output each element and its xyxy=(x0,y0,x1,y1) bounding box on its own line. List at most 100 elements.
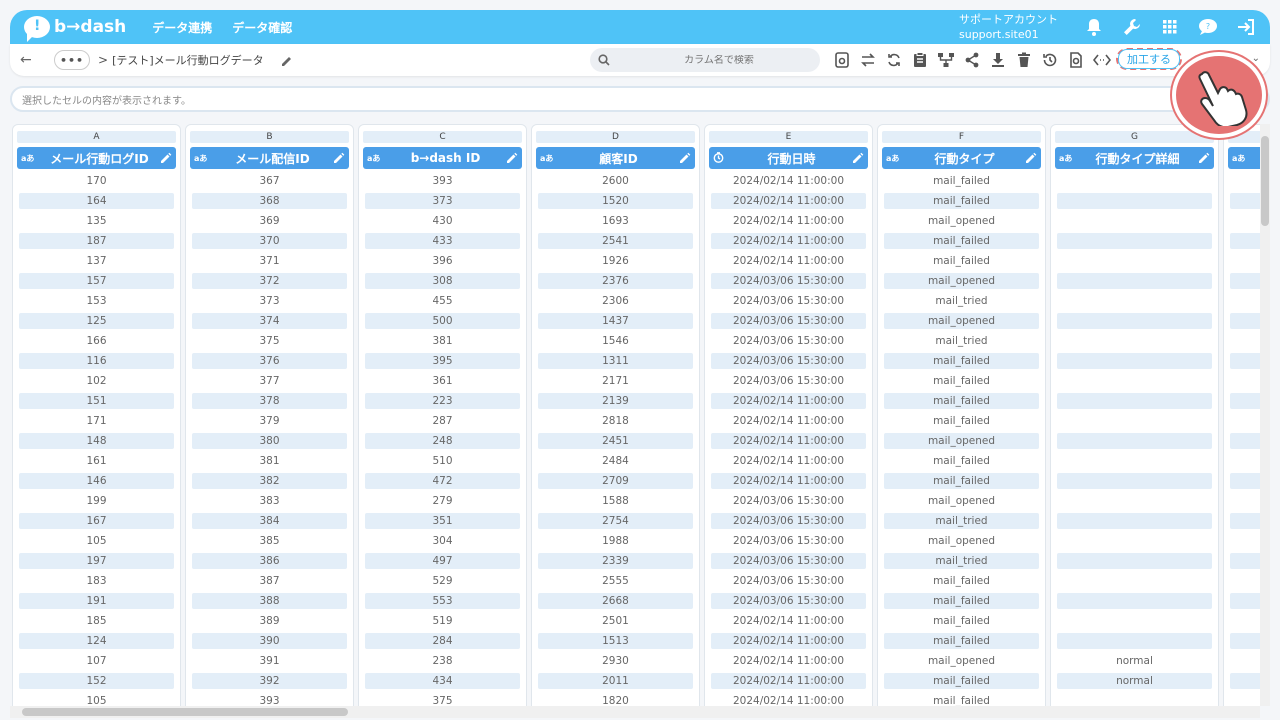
table-cell[interactable]: 2501 xyxy=(538,611,693,631)
table-cell[interactable]: 351 xyxy=(365,513,520,529)
table-cell[interactable] xyxy=(1230,193,1260,209)
table-cell[interactable]: 373 xyxy=(365,193,520,209)
edit-column-pencil-icon[interactable] xyxy=(1025,152,1037,164)
table-cell[interactable]: 124 xyxy=(19,633,174,649)
table-cell[interactable] xyxy=(1230,651,1260,671)
table-cell[interactable]: 187 xyxy=(19,233,174,249)
table-cell[interactable] xyxy=(1230,491,1260,511)
table-cell[interactable]: mail_failed xyxy=(884,571,1039,591)
table-cell[interactable]: 166 xyxy=(19,331,174,351)
table-cell[interactable] xyxy=(1057,451,1212,471)
filter-settings-icon[interactable] xyxy=(832,50,852,70)
table-cell[interactable]: 387 xyxy=(192,571,347,591)
column-header[interactable]: aあ 行動タイプ xyxy=(882,147,1041,169)
table-cell[interactable]: 238 xyxy=(365,651,520,671)
table-cell[interactable]: 2024/02/14 11:00:00 xyxy=(711,193,866,209)
table-cell[interactable]: 388 xyxy=(192,593,347,609)
table-cell[interactable]: normal xyxy=(1057,651,1212,671)
table-cell[interactable]: 374 xyxy=(192,313,347,329)
chevron-down-icon[interactable]: ⌄ xyxy=(1252,53,1260,64)
table-cell[interactable]: 392 xyxy=(192,673,347,689)
table-cell[interactable]: 167 xyxy=(19,513,174,529)
table-cell[interactable]: mail_tried xyxy=(884,331,1039,351)
table-cell[interactable] xyxy=(1230,331,1260,351)
table-cell[interactable]: 135 xyxy=(19,211,174,231)
table-cell[interactable] xyxy=(1057,513,1212,529)
table-cell[interactable]: 107 xyxy=(19,651,174,671)
table-cell[interactable]: 497 xyxy=(365,553,520,569)
table-cell[interactable] xyxy=(1057,531,1212,551)
table-cell[interactable]: 2024/03/06 15:30:00 xyxy=(711,371,866,391)
table-cell[interactable]: mail_tried xyxy=(884,513,1039,529)
table-cell[interactable]: 393 xyxy=(365,171,520,191)
table-cell[interactable]: 2709 xyxy=(538,473,693,489)
table-cell[interactable]: 389 xyxy=(192,611,347,631)
edit-column-pencil-icon[interactable] xyxy=(679,152,691,164)
table-cell[interactable]: mail_failed xyxy=(884,353,1039,369)
column-letter[interactable]: A xyxy=(17,131,176,143)
table-cell[interactable]: 2376 xyxy=(538,273,693,289)
table-cell[interactable]: 2024/03/06 15:30:00 xyxy=(711,313,866,329)
horizontal-scroll-thumb[interactable] xyxy=(22,708,348,716)
process-button[interactable]: 加工する xyxy=(1118,49,1180,69)
table-cell[interactable]: 371 xyxy=(192,251,347,271)
share-icon[interactable] xyxy=(962,50,982,70)
table-cell[interactable]: 395 xyxy=(365,353,520,369)
table-cell[interactable]: mail_failed xyxy=(884,393,1039,409)
table-cell[interactable] xyxy=(1230,451,1260,471)
table-cell[interactable]: 148 xyxy=(19,433,174,449)
edit-title-pencil-icon[interactable] xyxy=(280,53,294,67)
column-letter[interactable]: D xyxy=(536,131,695,143)
table-cell[interactable] xyxy=(1057,633,1212,649)
table-cell[interactable] xyxy=(1057,553,1212,569)
table-cell[interactable] xyxy=(1230,313,1260,329)
table-cell[interactable] xyxy=(1230,171,1260,191)
table-cell[interactable]: 2024/02/14 11:00:00 xyxy=(711,611,866,631)
table-cell[interactable] xyxy=(1057,211,1212,231)
table-cell[interactable]: 2024/02/14 11:00:00 xyxy=(711,433,866,449)
table-cell[interactable]: 2484 xyxy=(538,451,693,471)
table-cell[interactable]: 304 xyxy=(365,531,520,551)
table-cell[interactable]: mail_failed xyxy=(884,193,1039,209)
table-cell[interactable]: mail_opened xyxy=(884,433,1039,449)
table-cell[interactable]: 2139 xyxy=(538,393,693,409)
table-cell[interactable]: 367 xyxy=(192,171,347,191)
table-cell[interactable]: 199 xyxy=(19,491,174,511)
table-cell[interactable]: 2668 xyxy=(538,593,693,609)
table-cell[interactable]: 2024/03/06 15:30:00 xyxy=(711,331,866,351)
table-cell[interactable]: mail_opened xyxy=(884,211,1039,231)
table-cell[interactable]: 102 xyxy=(19,371,174,391)
table-cell[interactable]: 393 xyxy=(192,691,347,706)
table-cell[interactable]: 1513 xyxy=(538,633,693,649)
table-cell[interactable]: mail_tried xyxy=(884,553,1039,569)
table-cell[interactable] xyxy=(1057,313,1212,329)
table-cell[interactable]: mail_failed xyxy=(884,371,1039,391)
table-cell[interactable]: 2024/03/06 15:30:00 xyxy=(711,531,866,551)
table-cell[interactable]: 170 xyxy=(19,171,174,191)
table-cell[interactable] xyxy=(1057,193,1212,209)
table-cell[interactable] xyxy=(1230,371,1260,391)
column-header[interactable]: 行動日時 xyxy=(709,147,868,169)
table-cell[interactable]: mail_failed xyxy=(884,411,1039,431)
table-cell[interactable] xyxy=(1230,593,1260,609)
table-cell[interactable]: 2024/02/14 11:00:00 xyxy=(711,171,866,191)
table-cell[interactable]: 1520 xyxy=(538,193,693,209)
table-cell[interactable] xyxy=(1230,211,1260,231)
trash-icon[interactable] xyxy=(1014,50,1034,70)
table-cell[interactable] xyxy=(1230,633,1260,649)
table-cell[interactable] xyxy=(1057,233,1212,249)
table-cell[interactable]: 2306 xyxy=(538,291,693,311)
file-restore-icon[interactable] xyxy=(1066,50,1086,70)
table-cell[interactable] xyxy=(1057,171,1212,191)
table-cell[interactable]: 2024/03/06 15:30:00 xyxy=(711,491,866,511)
table-cell[interactable]: mail_tried xyxy=(884,291,1039,311)
table-cell[interactable]: 105 xyxy=(19,691,174,706)
table-cell[interactable] xyxy=(1057,291,1212,311)
column-letter[interactable]: C xyxy=(363,131,522,143)
code-icon[interactable] xyxy=(1092,50,1112,70)
table-cell[interactable]: 287 xyxy=(365,411,520,431)
table-cell[interactable]: 361 xyxy=(365,371,520,391)
clipboard-icon[interactable] xyxy=(910,50,930,70)
table-cell[interactable]: 510 xyxy=(365,451,520,471)
table-cell[interactable]: 2754 xyxy=(538,513,693,529)
